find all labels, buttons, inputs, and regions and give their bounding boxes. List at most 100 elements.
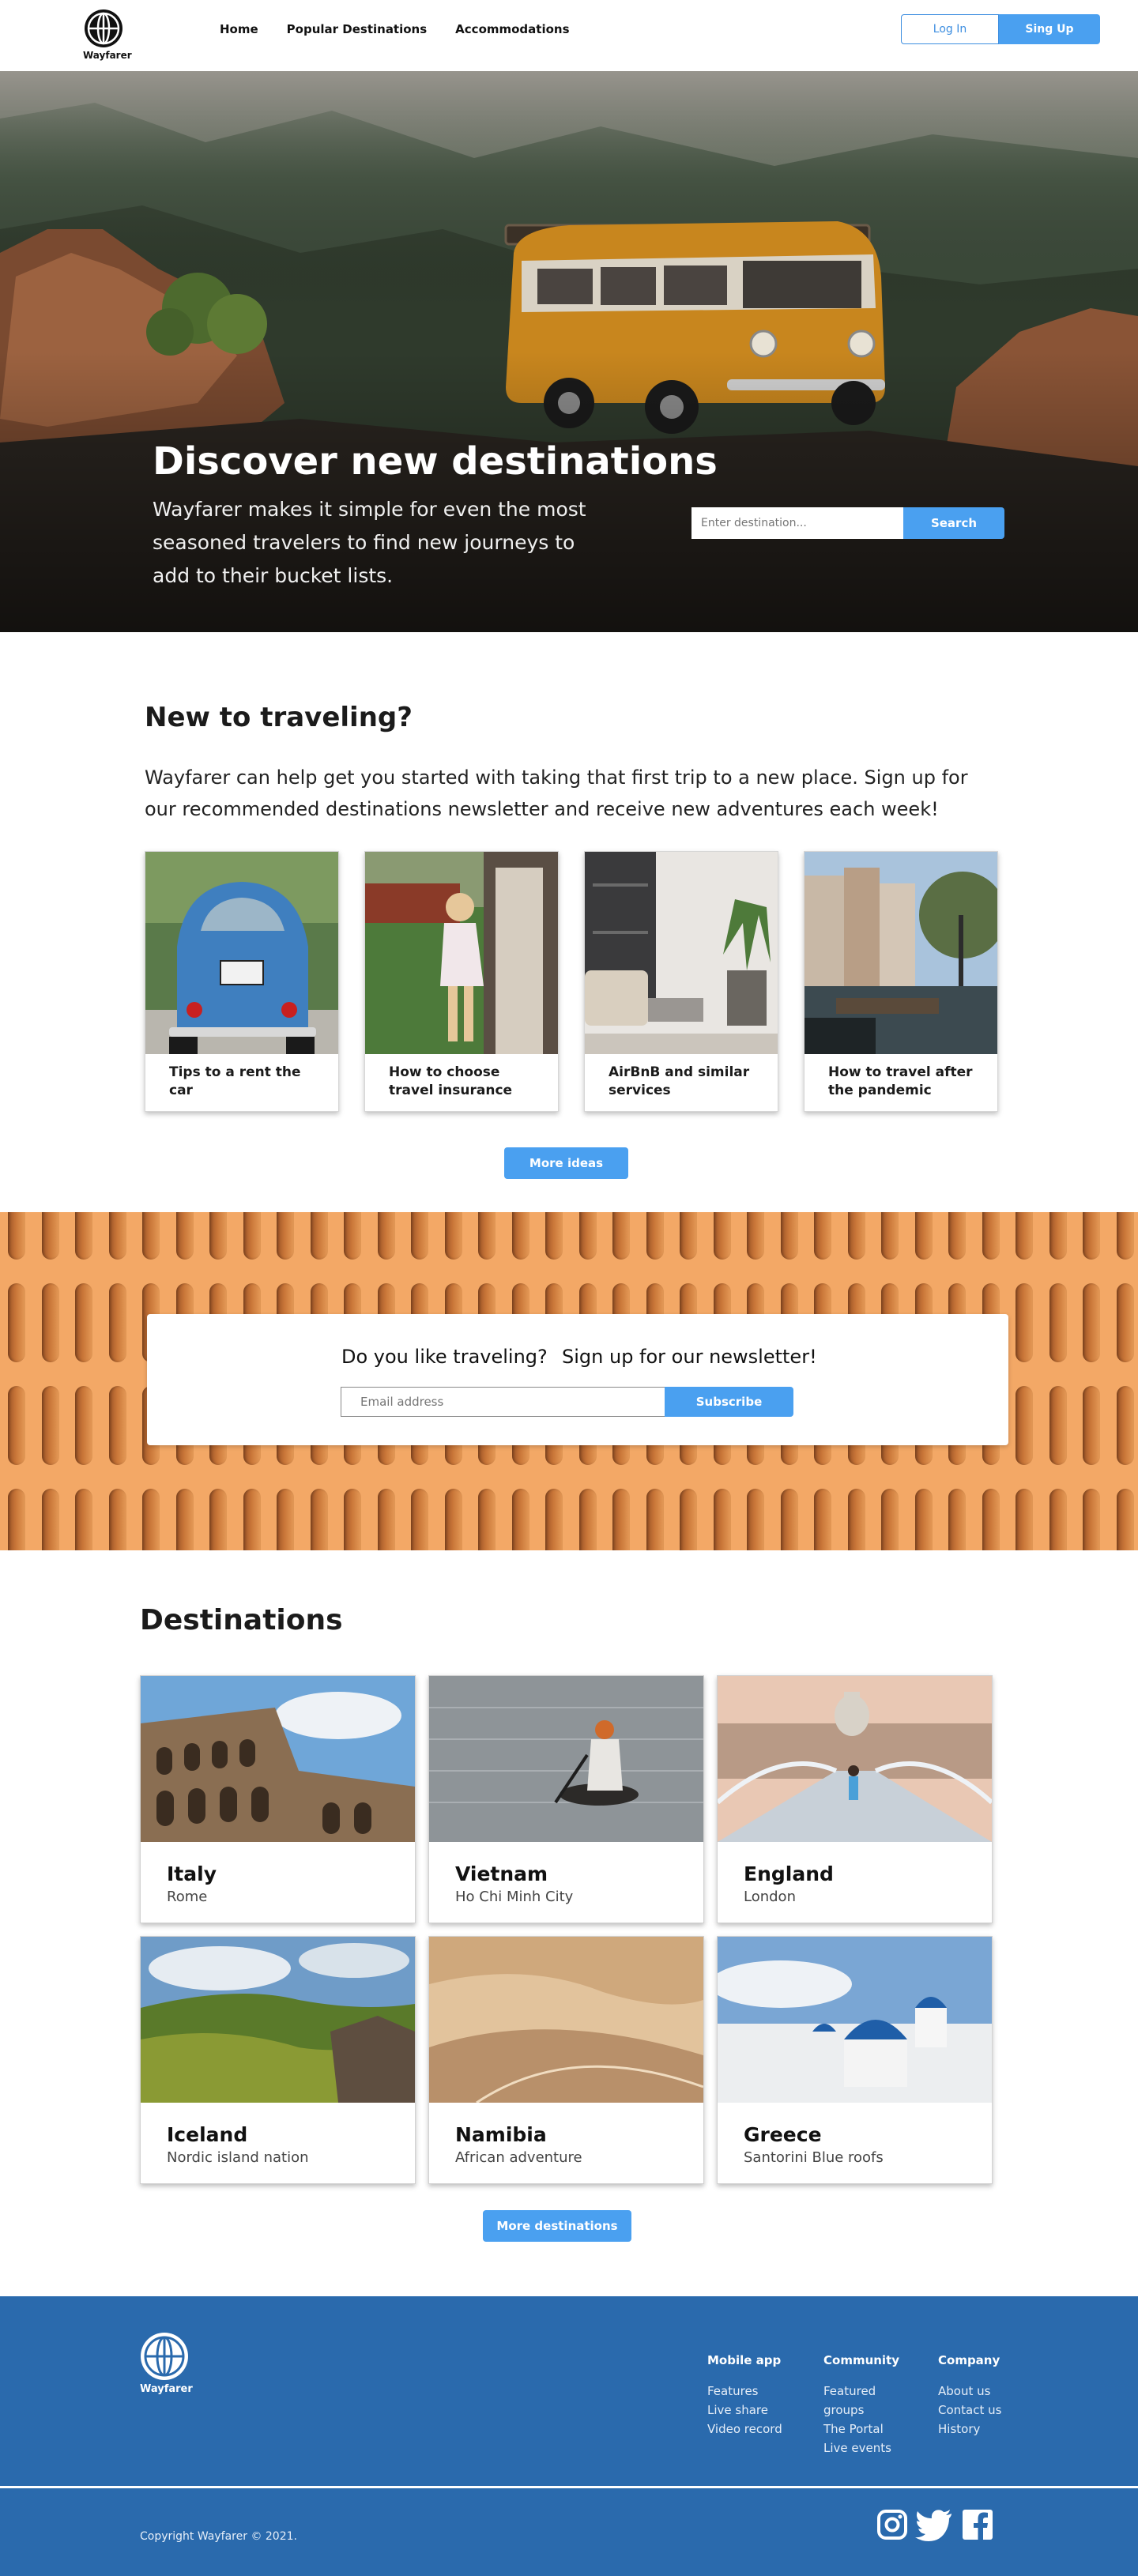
pattern-slot — [814, 1489, 831, 1550]
idea-card-airbnb[interactable]: AirBnB and similar services — [584, 851, 778, 1112]
pattern-slot — [310, 1212, 328, 1260]
site-footer: Wayfarer Mobile app Features Live share … — [0, 2296, 1138, 2576]
pattern-slot — [41, 1283, 59, 1362]
copyright-text: Copyright Wayfarer © 2021. — [140, 2530, 297, 2543]
pattern-slot — [310, 1489, 328, 1550]
pattern-slot — [175, 1489, 194, 1550]
pattern-slot — [344, 1212, 361, 1260]
pattern-slot — [277, 1212, 294, 1260]
pattern-slot — [1083, 1489, 1100, 1550]
nav-popular-destinations[interactable]: Popular Destinations — [287, 22, 428, 36]
interior-image — [585, 852, 778, 1054]
pattern-slot — [75, 1489, 92, 1550]
destination-subtitle: Ho Chi Minh City — [455, 1889, 574, 1905]
intro-title: New to traveling? — [145, 702, 413, 733]
footer-link[interactable]: History — [938, 2420, 1001, 2439]
pattern-slot — [847, 1489, 865, 1550]
pattern-slot — [1116, 1386, 1134, 1465]
canal-city-image — [805, 852, 997, 1054]
twitter-icon[interactable] — [915, 2510, 953, 2544]
pattern-slot — [1116, 1212, 1134, 1260]
pattern-slot — [41, 1212, 59, 1260]
destination-name: Greece — [744, 2123, 822, 2146]
destination-card-italy[interactable]: Italy Rome — [140, 1675, 416, 1923]
newsletter-signup-text: Sign up for our newsletter! — [562, 1346, 817, 1368]
login-button[interactable]: Log In — [901, 14, 999, 44]
footer-brand-name: Wayfarer — [140, 2383, 193, 2395]
pattern-slot — [847, 1212, 865, 1260]
pattern-slot — [209, 1489, 227, 1550]
footer-link[interactable]: About us — [938, 2382, 1001, 2401]
destination-card-england[interactable]: England London — [717, 1675, 993, 1923]
blue-car-image — [145, 852, 338, 1054]
newsletter-question: Do you like traveling? — [341, 1346, 548, 1368]
hero-title: Discover new destinations — [153, 439, 718, 484]
footer-link[interactable]: groups — [823, 2401, 899, 2420]
brand-logo[interactable]: Wayfarer — [83, 9, 132, 61]
pattern-slot — [747, 1489, 764, 1550]
idea-card-travel-insurance[interactable]: How to choose travel insurance — [364, 851, 559, 1112]
more-ideas-button[interactable]: More ideas — [504, 1147, 628, 1179]
footer-logo[interactable]: Wayfarer — [140, 2333, 193, 2395]
footer-link[interactable]: Contact us — [938, 2401, 1001, 2420]
pattern-slot — [578, 1212, 597, 1260]
footer-link[interactable]: Live events — [823, 2439, 899, 2457]
signup-button[interactable]: Sing Up — [999, 14, 1100, 44]
pattern-slot — [243, 1489, 261, 1550]
email-field[interactable] — [341, 1387, 665, 1417]
pattern-slot — [41, 1489, 59, 1550]
pattern-slot — [1049, 1489, 1067, 1550]
ideas-list: Tips to a rent the car How to choose tra… — [145, 851, 998, 1112]
idea-card-pandemic[interactable]: How to travel after the pandemic — [804, 851, 998, 1112]
pattern-slot — [713, 1212, 731, 1260]
pattern-slot — [142, 1212, 160, 1260]
site-header: Wayfarer Home Popular Destinations Accom… — [0, 0, 1138, 71]
nav-home[interactable]: Home — [220, 22, 258, 36]
search-button[interactable]: Search — [903, 507, 1004, 539]
destination-card-iceland[interactable]: Iceland Nordic island nation — [140, 1936, 416, 2184]
destination-search-input[interactable] — [691, 507, 903, 539]
pattern-slot — [914, 1212, 933, 1260]
santorini-image — [718, 1937, 992, 2103]
pattern-slot — [713, 1489, 731, 1550]
idea-card-rent-car[interactable]: Tips to a rent the car — [145, 851, 339, 1112]
destination-card-greece[interactable]: Greece Santorini Blue roofs — [717, 1936, 993, 2184]
destination-card-vietnam[interactable]: Vietnam Ho Chi Minh City — [428, 1675, 704, 1923]
destination-name: England — [744, 1862, 834, 1885]
more-destinations-button[interactable]: More destinations — [483, 2210, 631, 2242]
pattern-slot — [1049, 1386, 1067, 1465]
pattern-slot — [243, 1212, 261, 1260]
pattern-slot — [612, 1212, 630, 1260]
pattern-slot — [444, 1212, 462, 1260]
destination-subtitle: London — [744, 1889, 796, 1905]
footer-link[interactable]: The Portal — [823, 2420, 899, 2439]
nav-accommodations[interactable]: Accommodations — [455, 22, 569, 36]
facebook-icon[interactable] — [963, 2510, 993, 2543]
pattern-slot — [411, 1212, 428, 1260]
pattern-slot — [881, 1212, 899, 1260]
pattern-slot — [344, 1489, 361, 1550]
pattern-slot — [8, 1386, 25, 1465]
pattern-slot — [277, 1489, 294, 1550]
globe-icon — [85, 9, 122, 47]
footer-link[interactable]: Video record — [707, 2420, 782, 2439]
instagram-icon[interactable] — [877, 2510, 907, 2543]
pattern-slot — [545, 1489, 563, 1550]
subscribe-button[interactable]: Subscribe — [665, 1387, 793, 1417]
idea-caption: How to choose travel insurance — [389, 1064, 513, 1098]
globe-icon — [141, 2333, 188, 2380]
footer-link[interactable]: Features — [707, 2382, 782, 2401]
pattern-slot — [142, 1489, 160, 1550]
pattern-slot — [646, 1212, 664, 1260]
footer-link[interactable]: Live share — [707, 2401, 782, 2420]
destination-name: Iceland — [167, 2123, 248, 2146]
pattern-slot — [478, 1489, 496, 1550]
pattern-slot — [1049, 1212, 1067, 1260]
pattern-slot — [612, 1489, 630, 1550]
footer-link[interactable]: Featured — [823, 2382, 899, 2401]
destination-subtitle: Rome — [167, 1889, 208, 1905]
destination-card-namibia[interactable]: Namibia African adventure — [428, 1936, 704, 2184]
pattern-slot — [1016, 1489, 1033, 1550]
pattern-slot — [1083, 1386, 1100, 1465]
footer-column-community: Community Featured groups The Portal Liv… — [823, 2353, 899, 2457]
